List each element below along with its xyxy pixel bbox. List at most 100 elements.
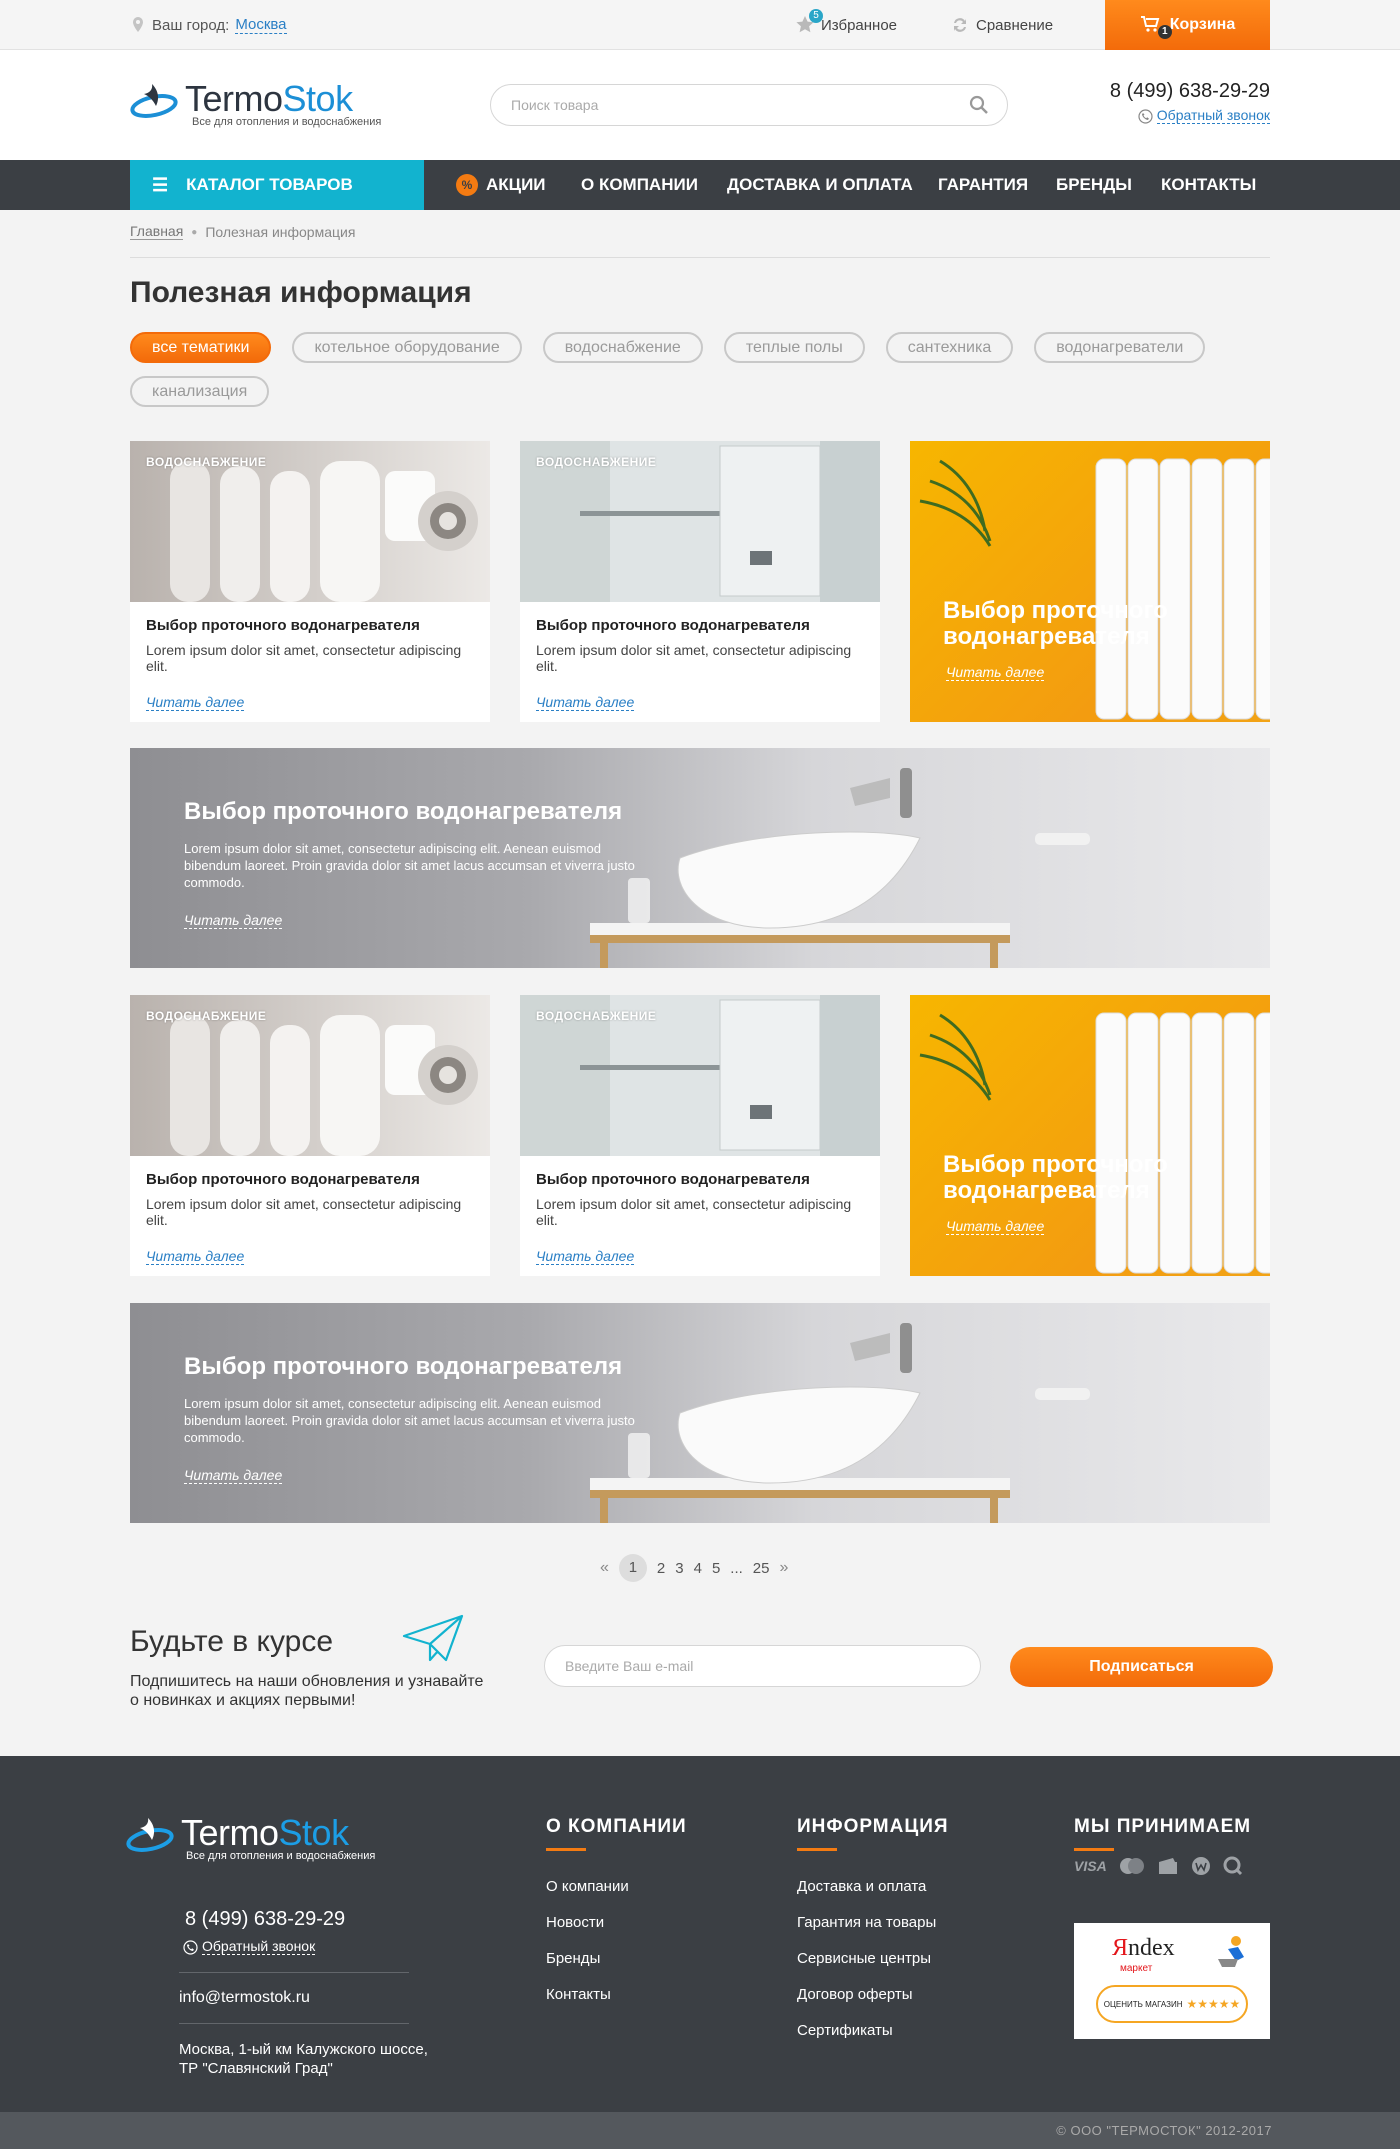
footer-link[interactable]: Гарантия на товары bbox=[797, 1905, 949, 1941]
copyright-text: © ООО "ТЕРМОСТОК" 2012-2017 bbox=[1056, 2123, 1272, 2138]
email-field-wrapper[interactable] bbox=[544, 1645, 981, 1687]
pager-page-current[interactable]: 1 bbox=[618, 1554, 647, 1582]
callback-label: Обратный звонок bbox=[202, 1938, 316, 1955]
pager-prev[interactable]: « bbox=[600, 1559, 609, 1577]
article-card[interactable]: ВОДОСНАБЖЕНИЕ Выбор проточного водонагре… bbox=[520, 995, 880, 1276]
read-more-link[interactable]: Читать далее bbox=[146, 695, 245, 711]
card-title[interactable]: Выбор проточного водонагревателя bbox=[943, 1152, 1183, 1204]
topic-filters: все тематики котельное оборудование водо… bbox=[130, 332, 1270, 407]
yandex-market-badge[interactable]: Яndex маркет ОЦЕНИТЬ МАГАЗИН ★★★★★ bbox=[1074, 1923, 1270, 2039]
nav-item-delivery[interactable]: ДОСТАВКА И ОПЛАТА bbox=[727, 160, 913, 210]
filter-plumbing[interactable]: сантехника bbox=[885, 332, 1014, 363]
article-banner[interactable]: Выбор проточного водонагревателя Lorem i… bbox=[130, 748, 1270, 968]
radiator-valve-image: ВОДОСНАБЖЕНИЕ bbox=[130, 995, 490, 1156]
article-banner[interactable]: Выбор проточного водонагревателя Lorem i… bbox=[130, 1303, 1270, 1523]
card-title[interactable]: Выбор проточного водонагревателя bbox=[943, 598, 1183, 650]
search-box[interactable] bbox=[490, 84, 1008, 126]
footer-link[interactable]: Сертификаты bbox=[797, 2013, 949, 2049]
nav-item-warranty[interactable]: ГАРАНТИЯ bbox=[938, 160, 1028, 210]
logo-text: TermoStok bbox=[185, 78, 353, 119]
rating-stars-icon: ★★★★★ bbox=[1186, 1997, 1241, 2011]
read-more-link[interactable]: Читать далее bbox=[146, 1249, 245, 1265]
divider bbox=[130, 257, 1270, 258]
filter-warm-floors[interactable]: теплые полы bbox=[723, 332, 865, 363]
rate-shop-button[interactable]: ОЦЕНИТЬ МАГАЗИН ★★★★★ bbox=[1096, 1985, 1248, 2023]
catalog-button[interactable]: ☰ КАТАЛОГ ТОВАРОВ bbox=[130, 160, 424, 210]
email-input[interactable] bbox=[565, 1646, 965, 1686]
pager-page[interactable]: 2 bbox=[657, 1560, 665, 1577]
paper-plane-icon bbox=[402, 1614, 464, 1662]
filter-boiler[interactable]: котельное оборудование bbox=[292, 332, 522, 363]
footer-link[interactable]: Договор оферты bbox=[797, 1977, 949, 2013]
yandex-logo: Яndex bbox=[1112, 1935, 1175, 1961]
footer-phone[interactable]: 8 (499) 638-29-29 bbox=[185, 1908, 345, 1931]
card-title[interactable]: Выбор проточного водонагревателя bbox=[536, 1171, 810, 1188]
read-more-link[interactable]: Читать далее bbox=[184, 913, 283, 929]
filter-water-supply[interactable]: водоснабжение bbox=[542, 332, 703, 363]
nav-item-about[interactable]: О КОМПАНИИ bbox=[581, 160, 698, 210]
featured-article-card[interactable]: Выбор проточного водонагревателя Читать … bbox=[910, 441, 1270, 722]
nav-item-brands[interactable]: БРЕНДЫ bbox=[1056, 160, 1132, 210]
copyright-bar: © ООО "ТЕРМОСТОК" 2012-2017 bbox=[0, 2112, 1400, 2149]
article-card[interactable]: ВОДОСНАБЖЕНИЕ Выбор проточного водонагре… bbox=[520, 441, 880, 722]
pager-page[interactable]: 4 bbox=[694, 1560, 702, 1577]
breadcrumb-current: Полезная информация bbox=[205, 224, 356, 240]
compare-link[interactable]: Сравнение bbox=[950, 15, 1053, 35]
pager-page[interactable]: 5 bbox=[712, 1560, 720, 1577]
breadcrumb-home[interactable]: Главная bbox=[130, 224, 184, 240]
footer-callback-link[interactable]: Обратный звонок bbox=[183, 1938, 316, 1955]
footer-col-title: ИНФОРМАЦИЯ bbox=[797, 1816, 949, 1837]
card-title[interactable]: Выбор проточного водонагревателя bbox=[146, 1171, 420, 1188]
read-more-link[interactable]: Читать далее bbox=[536, 1249, 635, 1265]
nav-item-sales[interactable]: % АКЦИИ bbox=[456, 160, 546, 210]
water-heater-image: ВОДОСНАБЖЕНИЕ bbox=[520, 995, 880, 1156]
footer-col-company: О КОМПАНИИ О компании Новости Бренды Кон… bbox=[546, 1816, 687, 2013]
footer-link[interactable]: Доставка и оплата bbox=[797, 1869, 949, 1905]
filter-water-heaters[interactable]: водонагреватели bbox=[1034, 332, 1206, 363]
footer-link[interactable]: Контакты bbox=[546, 1977, 687, 2013]
location-pin-icon bbox=[133, 17, 143, 32]
divider bbox=[179, 1972, 409, 1973]
read-more-link[interactable]: Читать далее bbox=[946, 665, 1045, 681]
filter-sewage[interactable]: канализация bbox=[130, 376, 270, 407]
filter-all[interactable]: все тематики bbox=[130, 332, 272, 363]
compare-label: Сравнение bbox=[976, 16, 1054, 34]
footer-link[interactable]: О компании bbox=[546, 1869, 687, 1905]
search-input[interactable] bbox=[511, 85, 951, 125]
read-more-link[interactable]: Читать далее bbox=[946, 1219, 1045, 1235]
nav-item-contacts[interactable]: КОНТАКТЫ bbox=[1161, 160, 1256, 210]
header-phone[interactable]: 8 (499) 638-29-29 bbox=[1105, 80, 1270, 103]
footer-logo[interactable]: TermoStok Все для отопления и водоснабже… bbox=[126, 1812, 386, 1862]
card-title[interactable]: Выбор проточного водонагревателя bbox=[536, 617, 810, 634]
search-icon[interactable] bbox=[969, 95, 989, 115]
featured-article-card[interactable]: Выбор проточного водонагревателя Читать … bbox=[910, 995, 1270, 1276]
callback-link[interactable]: Обратный звонок bbox=[1103, 108, 1270, 124]
footer: TermoStok Все для отопления и водоснабже… bbox=[0, 1756, 1400, 2112]
refresh-compare-icon bbox=[954, 18, 966, 32]
pager-next[interactable]: » bbox=[779, 1559, 788, 1577]
read-more-link[interactable]: Читать далее bbox=[536, 695, 635, 711]
city-selector[interactable]: Ваш город: Москва bbox=[130, 16, 287, 34]
article-card[interactable]: ВОДОСНАБЖЕНИЕ Выбор проточного водонагре… bbox=[130, 441, 490, 722]
banner-title[interactable]: Выбор проточного водонагревателя bbox=[184, 798, 622, 826]
title-underline bbox=[1074, 1848, 1114, 1851]
footer-link[interactable]: Новости bbox=[546, 1905, 687, 1941]
pager-page[interactable]: 3 bbox=[675, 1560, 683, 1577]
city-name[interactable]: Москва bbox=[235, 16, 287, 34]
banner-title[interactable]: Выбор проточного водонагревателя bbox=[184, 1353, 622, 1381]
read-more-link[interactable]: Читать далее bbox=[184, 1468, 283, 1484]
card-title[interactable]: Выбор проточного водонагревателя bbox=[146, 617, 420, 634]
footer-link[interactable]: Бренды bbox=[546, 1941, 687, 1977]
cart-button[interactable]: 1 Корзина bbox=[1105, 0, 1270, 50]
footer-link[interactable]: Сервисные центры bbox=[797, 1941, 949, 1977]
favorites-link[interactable]: 5 Избранное bbox=[795, 9, 897, 35]
pager-page-last[interactable]: 25 bbox=[753, 1560, 770, 1577]
article-card[interactable]: ВОДОСНАБЖЕНИЕ Выбор проточного водонагре… bbox=[130, 995, 490, 1276]
main-nav: ☰ КАТАЛОГ ТОВАРОВ % АКЦИИ О КОМПАНИИ ДОС… bbox=[0, 160, 1400, 210]
top-bar: Ваш город: Москва 5 Избранное Сравнение … bbox=[0, 0, 1400, 50]
footer-email[interactable]: info@termostok.ru bbox=[179, 1989, 310, 2007]
footer-address: Москва, 1-ый км Калужского шоссе, ТР "Сл… bbox=[179, 2041, 428, 2077]
pager-ellipsis: ... bbox=[730, 1559, 743, 1577]
site-logo[interactable]: TermoStok Все для отопления и водоснабже… bbox=[130, 78, 381, 128]
subscribe-button[interactable]: Подписаться bbox=[1010, 1647, 1273, 1687]
